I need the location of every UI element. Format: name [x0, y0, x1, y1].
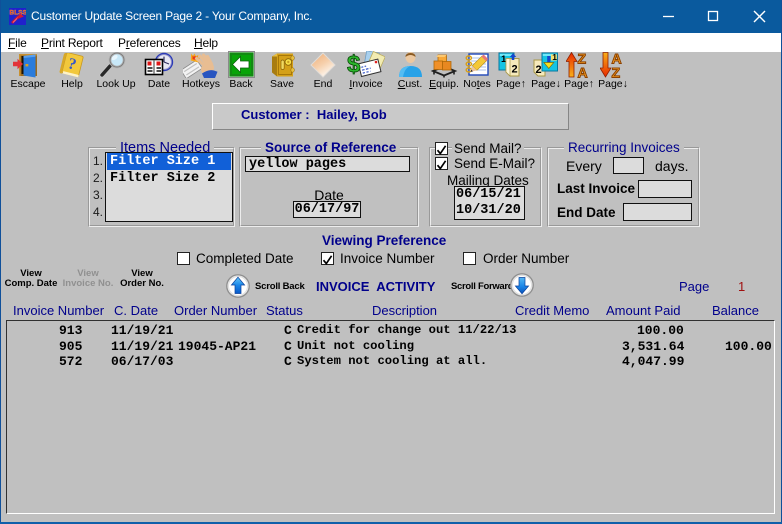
svg-text:2: 2	[535, 64, 541, 76]
svg-text:A: A	[577, 65, 587, 79]
svg-text:Z: Z	[611, 65, 620, 79]
svg-text:2: 2	[511, 64, 517, 76]
svg-text:$: $	[347, 51, 361, 78]
svg-text:1: 1	[552, 52, 557, 62]
